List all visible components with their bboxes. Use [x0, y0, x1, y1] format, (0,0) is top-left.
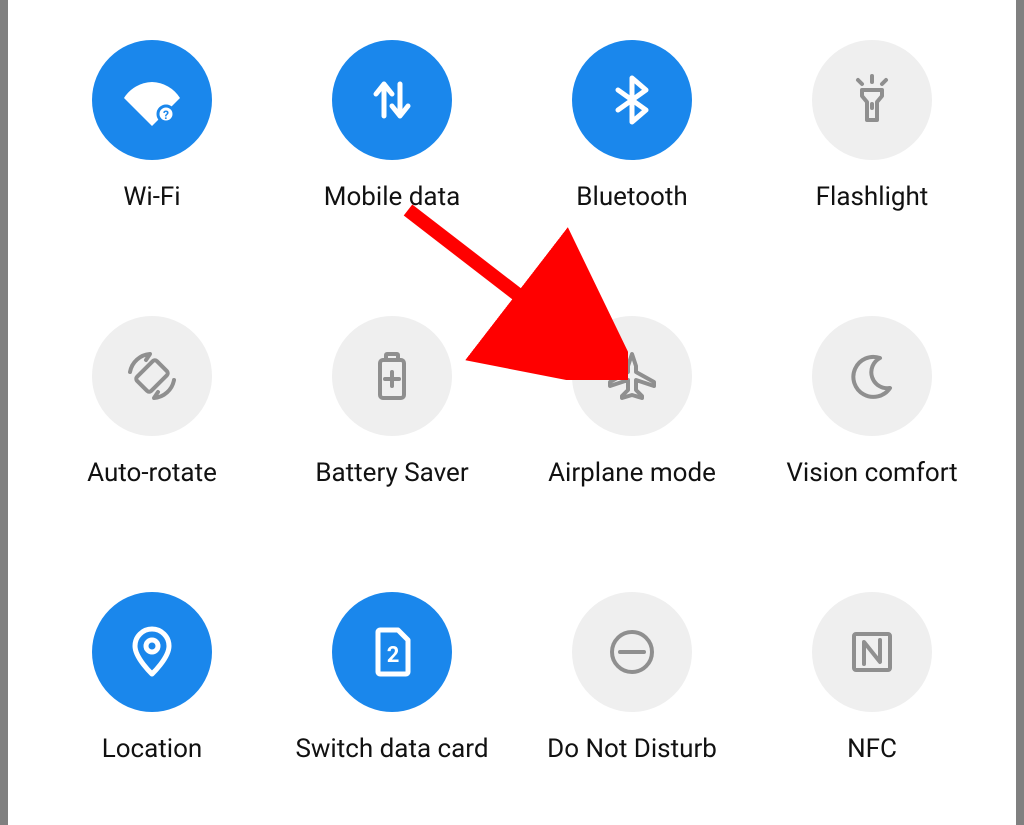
tile-flashlight[interactable]: Flashlight: [752, 40, 992, 212]
svg-text:?: ?: [163, 108, 169, 122]
tile-label: Auto-rotate: [32, 458, 272, 488]
location-pin-icon: [92, 592, 212, 712]
tile-label: Do Not Disturb: [512, 734, 752, 764]
data-arrows-icon: [332, 40, 452, 160]
quick-settings-grid: ? Wi-Fi Mobile data Bluetooth Flashlight: [8, 0, 1016, 825]
tile-label: Bluetooth: [512, 182, 752, 212]
battery-plus-icon: [332, 316, 452, 436]
moon-icon: [812, 316, 932, 436]
wifi-icon: ?: [92, 40, 212, 160]
tile-do-not-disturb[interactable]: Do Not Disturb: [512, 592, 752, 764]
sim-card-icon: 2: [332, 592, 452, 712]
tile-label: Battery Saver: [272, 458, 512, 488]
tile-label: NFC: [752, 734, 992, 764]
tile-bluetooth[interactable]: Bluetooth: [512, 40, 752, 212]
rotate-icon: [92, 316, 212, 436]
tile-vision-comfort[interactable]: Vision comfort: [752, 316, 992, 488]
airplane-icon: [572, 316, 692, 436]
tile-airplane-mode[interactable]: Airplane mode: [512, 316, 752, 488]
tile-switch-data-card[interactable]: 2 Switch data card: [272, 592, 512, 764]
sim-badge: 2: [387, 643, 400, 668]
tile-mobile-data[interactable]: Mobile data: [272, 40, 512, 212]
tile-wifi[interactable]: ? Wi-Fi: [32, 40, 272, 212]
tile-label: Location: [32, 734, 272, 764]
nfc-icon: [812, 592, 932, 712]
bluetooth-icon: [572, 40, 692, 160]
tile-label: Switch data card: [272, 734, 512, 764]
tile-auto-rotate[interactable]: Auto-rotate: [32, 316, 272, 488]
tile-label: Vision comfort: [752, 458, 992, 488]
tile-label: Flashlight: [752, 182, 992, 212]
flashlight-icon: [812, 40, 932, 160]
tile-label: Wi-Fi: [32, 182, 272, 212]
tile-location[interactable]: Location: [32, 592, 272, 764]
tile-label: Airplane mode: [512, 458, 752, 488]
tile-nfc[interactable]: NFC: [752, 592, 992, 764]
dnd-icon: [572, 592, 692, 712]
tile-label: Mobile data: [272, 182, 512, 212]
tile-battery-saver[interactable]: Battery Saver: [272, 316, 512, 488]
quick-settings-panel: ? Wi-Fi Mobile data Bluetooth Flashlight: [8, 0, 1016, 825]
